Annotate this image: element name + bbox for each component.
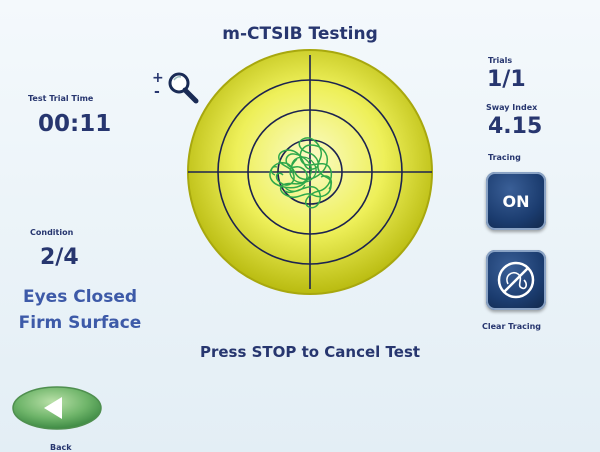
clear-tracing-icon xyxy=(497,261,535,299)
clear-tracing-button[interactable] xyxy=(486,250,546,310)
clear-tracing-label: Clear Tracing xyxy=(482,322,541,331)
condition-value: 2/4 xyxy=(40,245,79,270)
sway-index-value: 4.15 xyxy=(488,114,543,139)
condition-surface: Firm Surface xyxy=(18,313,142,333)
trials-label: Trials xyxy=(488,56,513,65)
tracing-label: Tracing xyxy=(488,153,521,162)
condition-label: Condition xyxy=(30,228,74,237)
trials-value: 1/1 xyxy=(487,67,526,92)
back-label: Back xyxy=(50,443,72,452)
trial-time-value: 00:11 xyxy=(38,111,112,137)
zoom-minus[interactable]: - xyxy=(154,84,160,100)
sway-target xyxy=(187,49,433,295)
condition-eyes: Eyes Closed xyxy=(22,287,138,307)
stop-instruction: Press STOP to Cancel Test xyxy=(199,343,421,361)
trial-time-label: Test Trial Time xyxy=(28,94,94,103)
page-title: m-CTSIB Testing xyxy=(222,24,378,44)
back-button[interactable] xyxy=(10,385,104,431)
tracing-toggle-button[interactable]: ON xyxy=(486,172,546,230)
sway-index-label: Sway Index xyxy=(486,103,538,112)
